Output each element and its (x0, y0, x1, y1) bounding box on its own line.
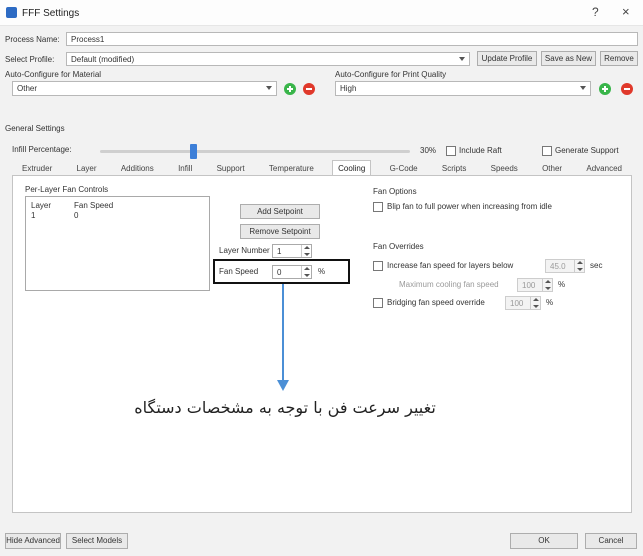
cancel-button[interactable]: Cancel (585, 533, 637, 549)
layer-number-spinbox[interactable]: 1 (272, 244, 312, 258)
fan-speed-label: Fan Speed (219, 267, 259, 276)
hide-advanced-button[interactable]: Hide Advanced (5, 533, 61, 549)
blip-fan-label: Blip fan to full power when increasing f… (387, 202, 552, 211)
tab-speeds[interactable]: Speeds (485, 160, 524, 176)
layer-time-value: 45.0 (550, 262, 566, 271)
table-cell-fan-speed: 0 (74, 211, 79, 220)
max-cooling-unit: % (558, 280, 566, 289)
window-title: FFF Settings (22, 8, 80, 19)
annotation-arrow-head-icon (277, 380, 289, 391)
add-material-icon[interactable] (284, 83, 296, 95)
spin-arrows-icon[interactable] (530, 297, 540, 309)
tab-scripts[interactable]: Scripts (436, 160, 472, 176)
remove-profile-button[interactable]: Remove (600, 51, 638, 66)
remove-material-icon[interactable] (303, 83, 315, 95)
fan-overrides-label: Fan Overrides (373, 242, 424, 251)
annotation-caption: تغییر سرعت فن با توجه به مشخصات دستگاه (134, 398, 436, 417)
include-raft-checkbox[interactable] (446, 146, 456, 156)
max-cooling-fan-speed-label: Maximum cooling fan speed (399, 280, 499, 289)
tab-extruder[interactable]: Extruder (16, 160, 58, 176)
tab-support[interactable]: Support (211, 160, 251, 176)
tab-cooling[interactable]: Cooling (332, 160, 372, 176)
fan-speed-value: 0 (277, 268, 282, 277)
infill-percentage-label: Infill Percentage: (12, 145, 72, 154)
fan-setpoint-list[interactable]: Layer Fan Speed 1 0 (25, 196, 210, 291)
tab-g-code[interactable]: G-Code (384, 160, 424, 176)
spin-arrows-icon[interactable] (301, 266, 311, 278)
increase-fan-speed-label: Increase fan speed for layers below (387, 261, 514, 270)
remove-quality-icon[interactable] (621, 83, 633, 95)
profile-select[interactable]: Default (modified) (66, 52, 470, 66)
tab-infill[interactable]: Infill (172, 160, 198, 176)
layer-time-spinbox[interactable]: 45.0 (545, 259, 585, 273)
general-settings-label: General Settings (5, 124, 65, 133)
bridging-fan-label: Bridging fan speed override (387, 298, 485, 307)
bridging-fan-spinbox[interactable]: 100 (505, 296, 541, 310)
blip-fan-checkbox[interactable] (373, 202, 383, 212)
update-profile-button[interactable]: Update Profile (477, 51, 537, 66)
increase-fan-speed-checkbox[interactable] (373, 261, 383, 271)
ok-button[interactable]: OK (510, 533, 578, 549)
fan-options-label: Fan Options (373, 187, 417, 196)
title-bar: FFF Settings ? × (0, 0, 643, 26)
annotation-arrow (282, 284, 284, 382)
fan-speed-spinbox[interactable]: 0 (272, 265, 312, 279)
layer-time-unit: sec (590, 261, 603, 270)
generate-support-label: Generate Support (555, 146, 619, 155)
infill-slider[interactable] (100, 144, 410, 159)
infill-slider-thumb[interactable] (190, 144, 197, 159)
spin-arrows-icon[interactable] (301, 245, 311, 257)
help-button[interactable]: ? (592, 5, 599, 19)
add-setpoint-button[interactable]: Add Setpoint (240, 204, 320, 219)
bridging-fan-value: 100 (510, 299, 524, 308)
max-cooling-value: 100 (522, 281, 536, 290)
column-header-fan-speed: Fan Speed (74, 201, 114, 210)
auto-configure-material-label: Auto-Configure for Material (5, 70, 102, 79)
table-row[interactable]: 1 0 (28, 211, 207, 222)
spin-arrows-icon[interactable] (542, 279, 552, 291)
save-as-new-button[interactable]: Save as New (541, 51, 596, 66)
fan-speed-unit: % (318, 267, 326, 276)
bridging-fan-unit: % (546, 298, 554, 307)
remove-setpoint-button[interactable]: Remove Setpoint (240, 224, 320, 239)
layer-number-value: 1 (277, 247, 282, 256)
include-raft-label: Include Raft (459, 146, 502, 155)
tab-temperature[interactable]: Temperature (263, 160, 320, 176)
tab-other[interactable]: Other (536, 160, 568, 176)
process-name-input[interactable]: Process1 (66, 32, 638, 46)
spin-arrows-icon[interactable] (574, 260, 584, 272)
layer-number-label: Layer Number (219, 246, 270, 255)
add-quality-icon[interactable] (599, 83, 611, 95)
table-cell-layer: 1 (31, 211, 36, 220)
settings-tabs: Extruder Layer Additions Infill Support … (12, 160, 632, 176)
quality-select[interactable]: High (335, 81, 591, 96)
bridging-fan-checkbox[interactable] (373, 298, 383, 308)
material-select[interactable]: Other (12, 81, 277, 96)
select-profile-label: Select Profile: (5, 55, 55, 64)
infill-value: 30% (420, 146, 437, 155)
close-button[interactable]: × (622, 4, 630, 19)
tab-layer[interactable]: Layer (71, 160, 103, 176)
generate-support-checkbox[interactable] (542, 146, 552, 156)
per-layer-fan-controls-label: Per-Layer Fan Controls (25, 185, 109, 194)
tab-advanced[interactable]: Advanced (580, 160, 628, 176)
column-header-layer: Layer (31, 201, 52, 210)
auto-configure-quality-label: Auto-Configure for Print Quality (335, 70, 447, 79)
tab-additions[interactable]: Additions (115, 160, 160, 176)
max-cooling-spinbox[interactable]: 100 (517, 278, 553, 292)
app-icon (6, 7, 17, 18)
select-models-button[interactable]: Select Models (66, 533, 128, 549)
process-name-label: Process Name: (5, 35, 60, 44)
